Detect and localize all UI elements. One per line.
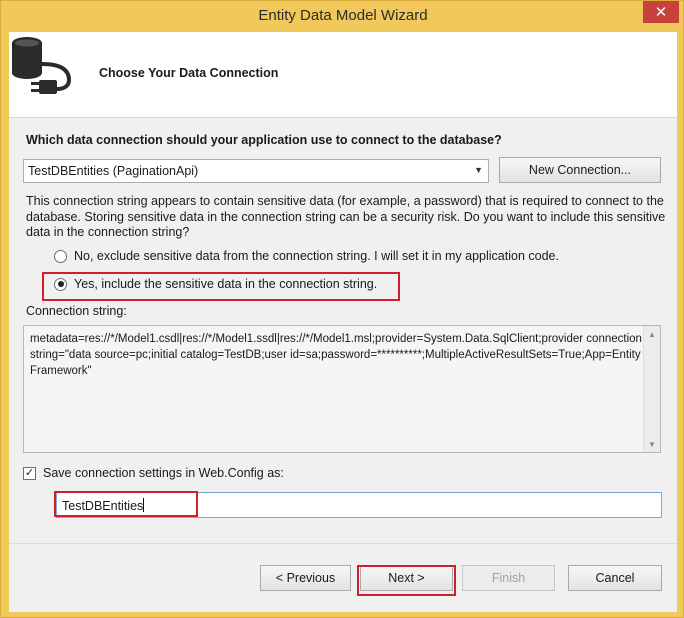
connection-dropdown-value: TestDBEntities (PaginationApi)	[28, 164, 199, 178]
save-settings-checkbox[interactable]: ✓	[23, 466, 36, 480]
chevron-down-icon: ▼	[474, 165, 483, 175]
highlight-box-next	[357, 565, 456, 596]
close-icon: ✕	[654, 4, 668, 21]
scroll-up-icon[interactable]: ▲	[644, 326, 660, 342]
scroll-down-icon[interactable]: ▼	[644, 436, 660, 452]
window-title: Entity Data Model Wizard	[258, 7, 428, 24]
connection-question: Which data connection should your applic…	[26, 133, 502, 147]
wizard-window: Entity Data Model Wizard ✕ Choose Your D…	[0, 0, 684, 618]
page-title: Choose Your Data Connection	[99, 66, 279, 80]
highlight-box-name	[54, 491, 198, 517]
save-settings-label: Save connection settings in Web.Config a…	[43, 466, 284, 480]
connection-string-box[interactable]: metadata=res://*/Model1.csdl|res://*/Mod…	[23, 325, 661, 453]
footer-divider	[9, 543, 677, 544]
finish-button[interactable]: Finish	[462, 565, 555, 591]
connection-string-text: metadata=res://*/Model1.csdl|res://*/Mod…	[30, 333, 642, 377]
connection-dropdown[interactable]: TestDBEntities (PaginationApi) ▼	[23, 159, 489, 183]
new-connection-button[interactable]: New Connection...	[499, 157, 661, 183]
save-connection-row[interactable]: ✓ Save connection settings in Web.Config…	[23, 466, 284, 480]
wizard-content: Choose Your Data Connection Which data c…	[9, 32, 677, 612]
previous-button[interactable]: < Previous	[260, 565, 351, 591]
cancel-button[interactable]: Cancel	[568, 565, 662, 591]
radio-exclude-sensitive[interactable]: No, exclude sensitive data from the conn…	[54, 249, 559, 263]
sensitive-data-warning: This connection string appears to contai…	[26, 194, 666, 239]
database-plug-icon	[12, 37, 72, 94]
checkmark-icon: ✓	[24, 466, 35, 479]
title-bar[interactable]: Entity Data Model Wizard ✕	[1, 1, 684, 31]
wizard-header: Choose Your Data Connection	[9, 32, 677, 118]
radio-button-no[interactable]	[54, 249, 67, 263]
highlight-box-radio	[42, 272, 400, 301]
vertical-scrollbar[interactable]: ▲ ▼	[643, 326, 660, 452]
radio-no-label: No, exclude sensitive data from the conn…	[74, 249, 559, 263]
connection-string-label: Connection string:	[26, 304, 127, 318]
close-button[interactable]: ✕	[643, 1, 679, 23]
